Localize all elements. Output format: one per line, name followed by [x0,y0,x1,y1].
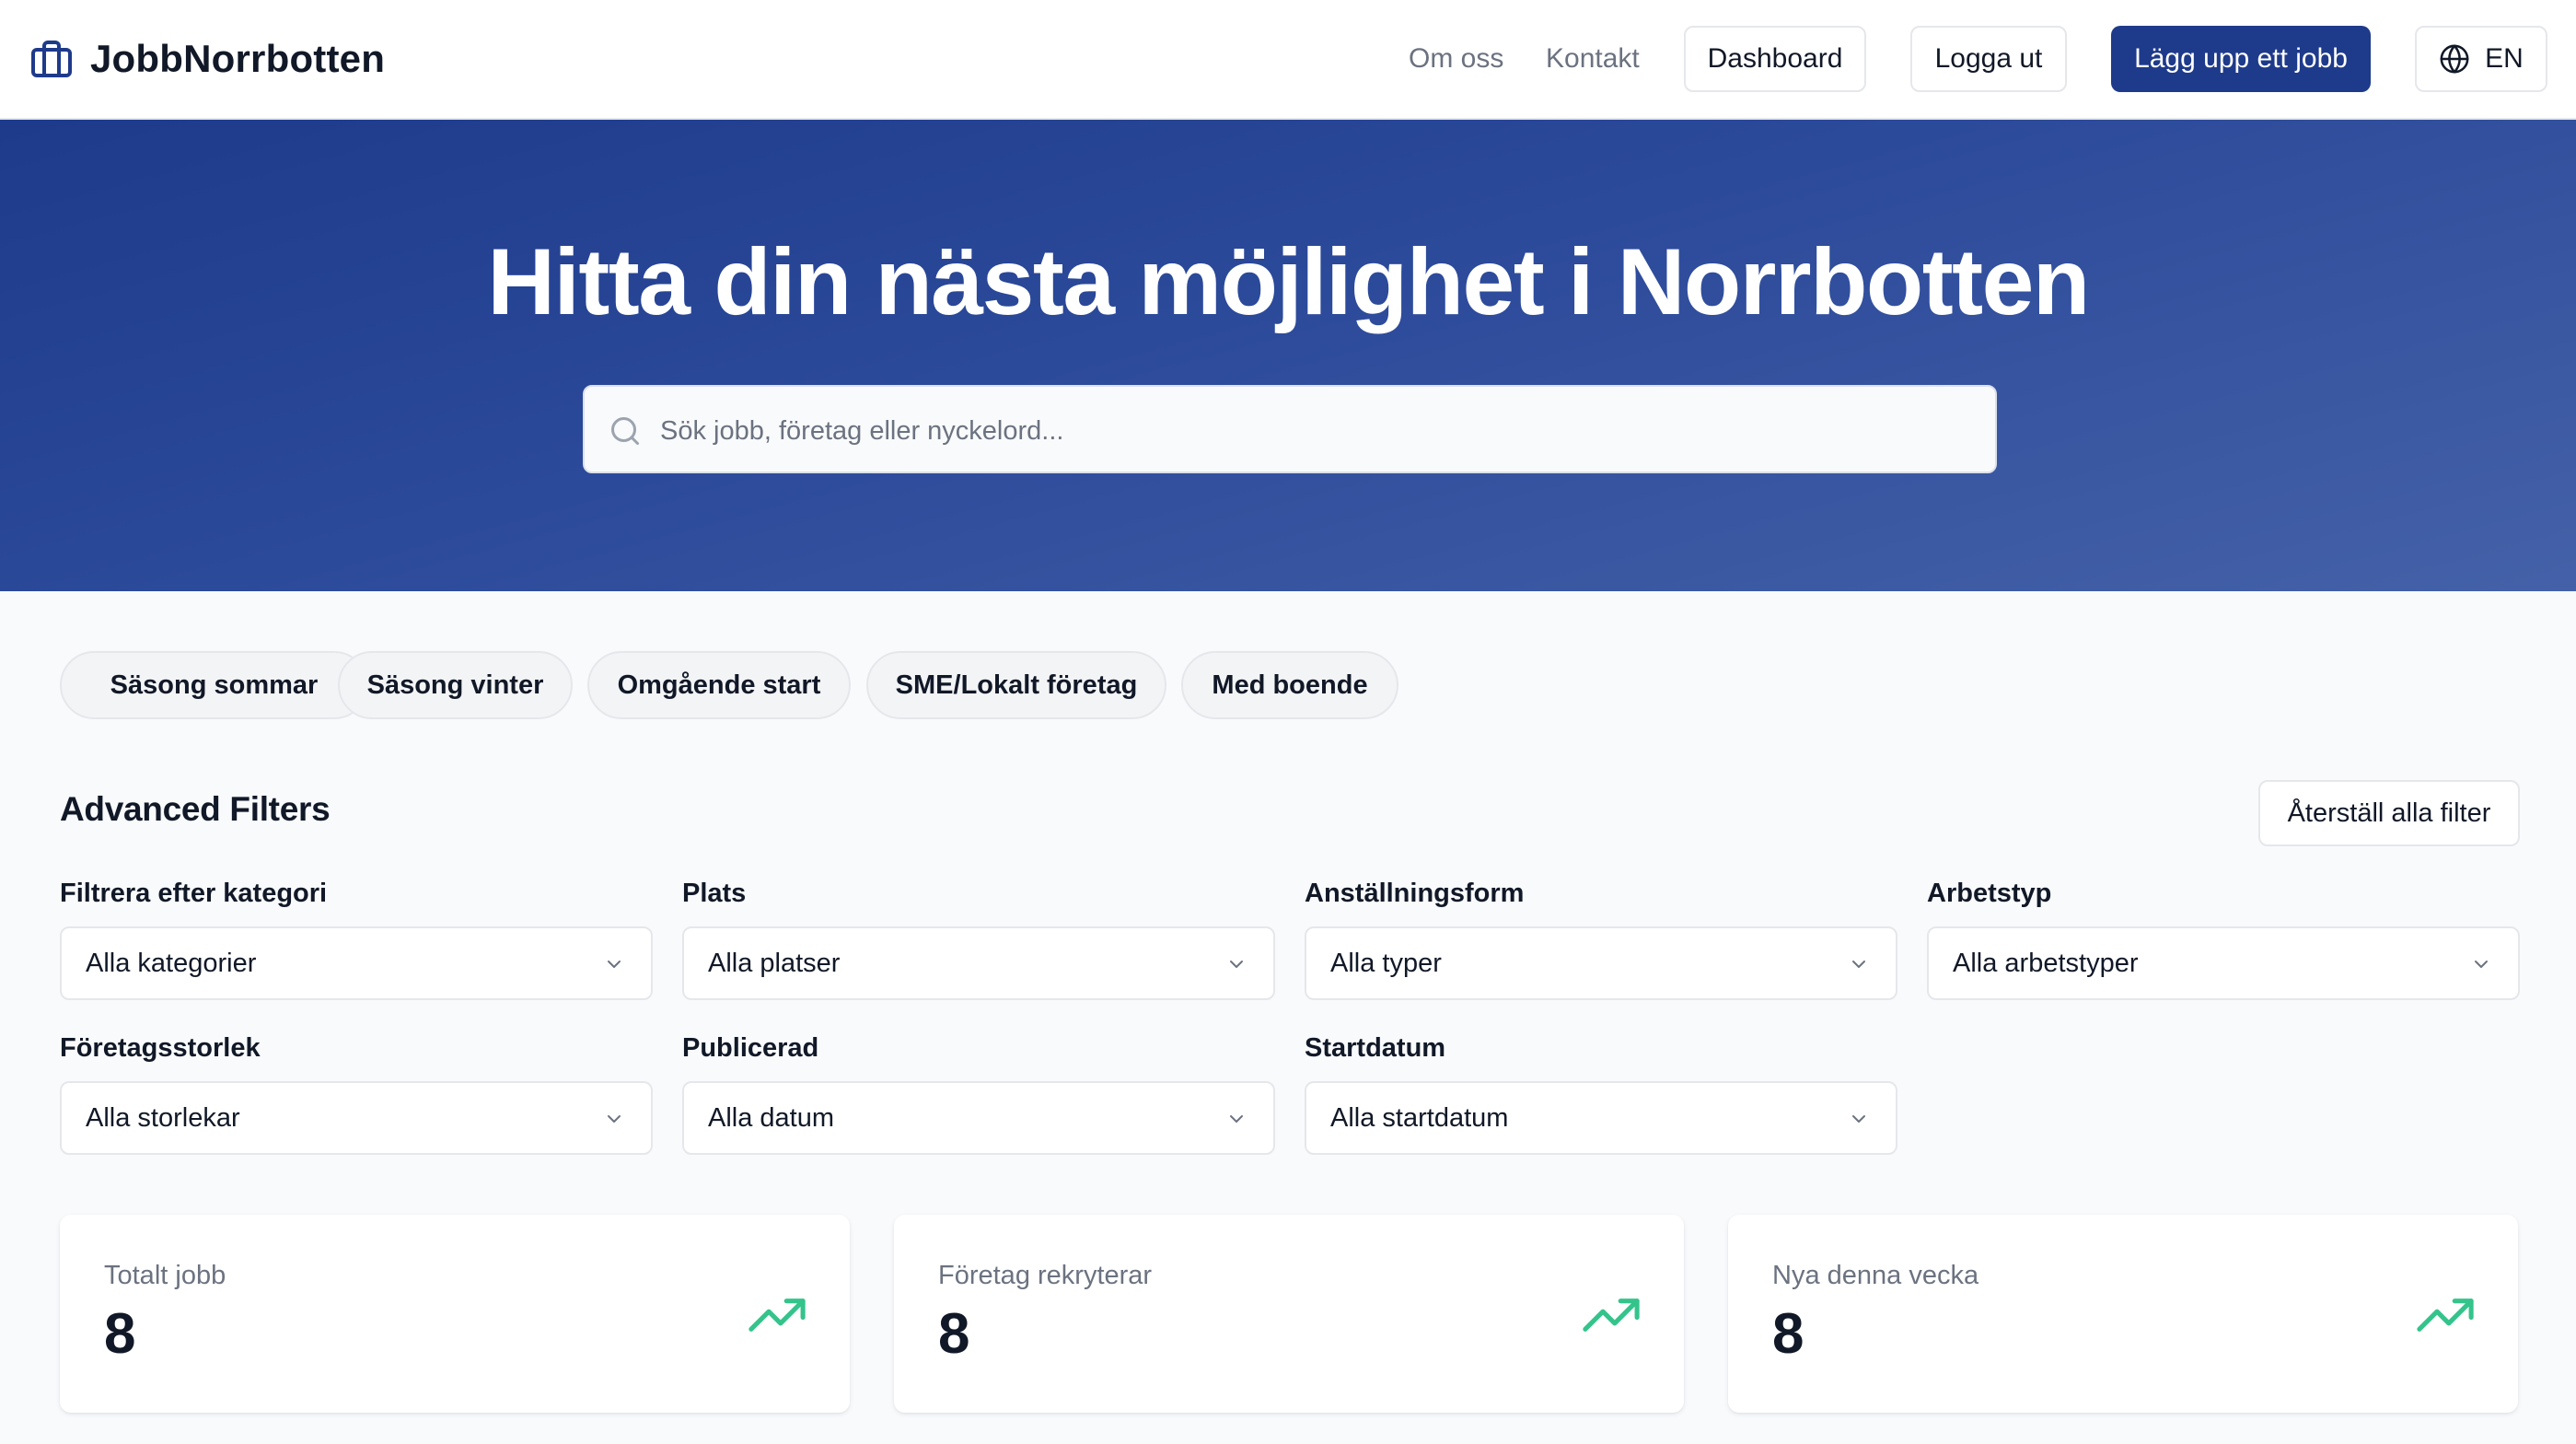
filter-label-work-type: Arbetstyp [1927,879,2052,908]
trending-up-icon [748,1298,806,1332]
chip-winter-season[interactable]: Säsong vinter [338,651,573,719]
chip-with-accommodation[interactable]: Med boende [1181,651,1398,719]
filter-label-company-size: Företagsstorlek [60,1033,261,1063]
stat-value: 8 [104,1302,136,1366]
post-job-button[interactable]: Lägg upp ett jobb [2111,26,2371,92]
location-select-value: Alla platser [708,949,841,978]
company-size-select-value: Alla storlekar [86,1103,240,1133]
stat-value: 8 [938,1302,970,1366]
briefcase-icon [31,41,72,77]
nav-link-about[interactable]: Om oss [1409,37,1503,81]
reset-filters-label: Återställ alla filter [2287,798,2491,828]
trending-up-icon [1583,1298,1640,1332]
category-select-value: Alla kategorier [86,949,257,978]
published-select[interactable]: Alla datum [682,1081,1275,1155]
chip-immediate-start[interactable]: Omgående start [587,651,851,719]
hero-title: Hitta din nästa möjlighet i Norrbotten [487,229,2090,334]
filter-label-location: Plats [682,879,747,908]
work-type-select[interactable]: Alla arbetstyper [1927,926,2520,1000]
stat-label: Nya denna vecka [1772,1261,1979,1290]
stat-label: Företag rekryterar [938,1261,1153,1290]
search-icon [611,417,639,445]
location-select[interactable]: Alla platser [682,926,1275,1000]
search-placeholder: Sök jobb, företag eller nyckelord... [660,416,1064,446]
job-search-input[interactable]: Sök jobb, företag eller nyckelord... [583,385,1997,473]
nav-link-contact[interactable]: Kontakt [1546,37,1640,81]
brand-name: JobbNorrbotten [90,37,386,80]
reset-filters-button[interactable]: Återställ alla filter [2258,780,2520,846]
chevron-down-icon [1852,961,1865,968]
chevron-down-icon [1852,1115,1865,1123]
chevron-down-icon [608,1115,621,1123]
work-type-select-value: Alla arbetstyper [1953,949,2139,978]
chevron-down-icon [608,961,621,968]
filter-label-published: Publicerad [682,1033,819,1063]
stat-card-new-this-week: Nya denna vecka 8 [1728,1215,2518,1413]
post-job-button-label: Lägg upp ett jobb [2134,43,2348,74]
language-switcher[interactable]: EN [2415,26,2547,92]
logout-button[interactable]: Logga ut [1910,26,2067,92]
stat-card-companies-hiring: Företag rekryterar 8 [894,1215,1684,1413]
hero-section: Hitta din nästa möjlighet i Norrbotten S… [0,120,2576,591]
category-select[interactable]: Alla kategorier [60,926,653,1000]
dashboard-button[interactable]: Dashboard [1684,26,1866,92]
company-size-select[interactable]: Alla storlekar [60,1081,653,1155]
top-navbar: JobbNorrbotten Om oss Kontakt Dashboard … [0,0,2576,120]
chip-summer-season[interactable]: Säsong sommar [60,651,368,719]
language-label: EN [2485,43,2524,74]
employment-type-select[interactable]: Alla typer [1305,926,1897,1000]
chevron-down-icon [1230,1115,1243,1123]
filter-label-employment-type: Anställningsform [1305,879,1525,908]
start-date-select-value: Alla startdatum [1330,1103,1509,1133]
filter-label-category: Filtrera efter kategori [60,879,328,908]
chevron-down-icon [2475,961,2488,968]
globe-icon [2440,44,2469,74]
trending-up-icon [2417,1298,2474,1332]
stat-value: 8 [1772,1302,1804,1366]
chip-sme-local-company[interactable]: SME/Lokalt företag [866,651,1166,719]
dashboard-button-label: Dashboard [1707,43,1843,74]
advanced-filters-title: Advanced Filters [60,790,331,828]
chevron-down-icon [1230,961,1243,968]
employment-type-select-value: Alla typer [1330,949,1442,978]
start-date-select[interactable]: Alla startdatum [1305,1081,1897,1155]
published-select-value: Alla datum [708,1103,835,1133]
filter-label-start-date: Startdatum [1305,1033,1446,1063]
logout-button-label: Logga ut [1934,43,2043,74]
stat-label: Totalt jobb [104,1261,226,1290]
brand-logo[interactable]: JobbNorrbotten [29,33,385,85]
stat-card-total-jobs: Totalt jobb 8 [60,1215,850,1413]
